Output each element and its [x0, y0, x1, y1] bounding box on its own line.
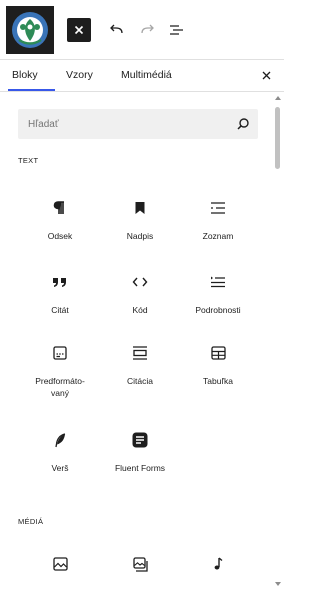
list-view-icon	[170, 25, 183, 35]
site-logo[interactable]	[6, 6, 54, 54]
tab-patterns[interactable]: Vzory	[66, 69, 93, 81]
block-label: Citát	[51, 305, 69, 315]
scrollbar[interactable]	[274, 93, 282, 589]
block-code[interactable]: Kód	[98, 271, 182, 316]
block-label: Predformáto- vaný	[35, 376, 85, 398]
inserter-tabs: Bloky Vzory Multimédiá	[0, 60, 284, 92]
search-input[interactable]	[18, 109, 228, 139]
block-audio[interactable]	[176, 553, 260, 575]
close-icon	[262, 71, 270, 79]
block-gallery[interactable]	[98, 553, 182, 575]
category-heading-text: TEXT	[18, 156, 39, 165]
details-icon	[207, 271, 229, 293]
scrollbar-thumb[interactable]	[275, 107, 280, 169]
block-label: Verš	[51, 463, 69, 473]
category-heading-media: MÉDIÁ	[18, 517, 44, 526]
block-library[interactable]: TEXT Odsek Nadpis Zoznam	[0, 93, 284, 589]
block-table[interactable]: Tabuľka	[176, 342, 260, 387]
block-quote[interactable]: Citát	[18, 271, 102, 316]
block-pullquote[interactable]: Citácia	[98, 342, 182, 387]
gallery-icon	[129, 553, 151, 575]
code-icon	[129, 271, 151, 293]
preformatted-icon	[49, 342, 71, 364]
tab-media[interactable]: Multimédiá	[121, 69, 172, 81]
heading-icon	[129, 197, 151, 219]
undo-button[interactable]	[104, 18, 128, 42]
list-icon	[207, 197, 229, 219]
image-icon	[49, 553, 71, 575]
block-paragraph[interactable]: Odsek	[18, 197, 102, 242]
close-inserter-button[interactable]	[67, 18, 91, 42]
block-label: Tabuľka	[203, 376, 233, 386]
block-label: Odsek	[47, 231, 73, 241]
block-fluent-forms[interactable]: Fluent Forms	[98, 429, 182, 474]
block-preformatted[interactable]: Predformáto- vaný	[18, 342, 102, 399]
active-tab-indicator	[8, 89, 55, 91]
redo-button[interactable]	[136, 18, 160, 42]
block-details[interactable]: Podrobnosti	[176, 271, 260, 316]
block-heading[interactable]: Nadpis	[98, 197, 182, 242]
close-icon	[74, 25, 84, 35]
fluent-forms-icon	[129, 429, 151, 451]
table-icon	[207, 342, 229, 364]
search-icon[interactable]	[236, 117, 250, 131]
audio-icon	[207, 553, 229, 575]
search-box	[18, 109, 258, 139]
editor-toolbar	[0, 0, 284, 60]
document-overview-button[interactable]	[165, 18, 189, 42]
block-label: Nadpis	[126, 231, 154, 241]
block-label: Fluent Forms	[114, 463, 166, 473]
undo-icon	[110, 24, 123, 34]
verse-icon	[49, 429, 71, 451]
block-label: Zoznam	[202, 231, 234, 241]
quote-icon	[49, 271, 71, 293]
block-label: Kód	[132, 305, 148, 315]
tab-blocks[interactable]: Bloky	[12, 69, 38, 81]
logo-emblem-icon	[12, 12, 48, 48]
pullquote-icon	[129, 342, 151, 364]
block-list[interactable]: Zoznam	[176, 197, 260, 242]
close-panel-button[interactable]	[258, 67, 274, 83]
block-verse[interactable]: Verš	[18, 429, 102, 474]
redo-icon	[141, 24, 154, 34]
block-label: Podrobnosti	[195, 305, 241, 315]
scroll-up-arrow-icon[interactable]	[275, 96, 281, 100]
scroll-down-arrow-icon[interactable]	[275, 582, 281, 586]
block-label: Citácia	[127, 376, 153, 386]
block-image[interactable]	[18, 553, 102, 575]
paragraph-icon	[49, 197, 71, 219]
